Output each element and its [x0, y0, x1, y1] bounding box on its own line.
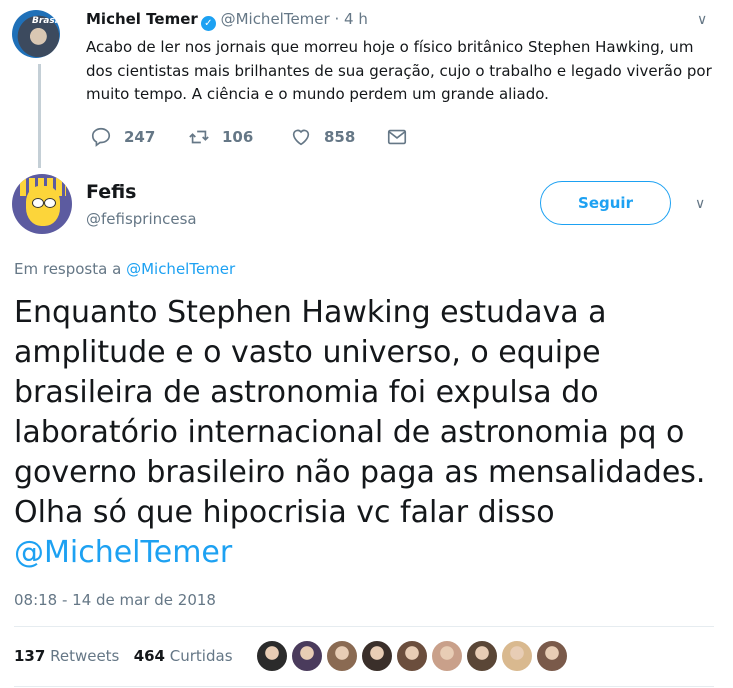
- heart-icon: [292, 129, 310, 146]
- tweet-body: Enquanto Stephen Hawking estudava a ampl…: [14, 295, 706, 530]
- parent-tweet[interactable]: Brasil Michel Temer ✓ @MichelTemer · 4 h …: [0, 0, 733, 172]
- retweets-count: 137: [14, 647, 46, 665]
- reply-to-link[interactable]: @MichelTemer: [126, 260, 235, 278]
- tweet-actions: 247 106 858: [86, 126, 446, 150]
- divider: [14, 626, 714, 627]
- liker-avatar[interactable]: [326, 640, 358, 672]
- author-handle[interactable]: @fefisprincesa: [86, 210, 197, 228]
- follow-button[interactable]: Seguir: [540, 181, 671, 225]
- author-name[interactable]: Michel Temer: [86, 10, 198, 28]
- verified-badge-icon: ✓: [200, 16, 216, 31]
- reply-icon: [91, 127, 111, 147]
- separator: ·: [334, 10, 340, 28]
- envelope-icon: [387, 129, 407, 145]
- liker-avatar[interactable]: [291, 640, 323, 672]
- retweet-button[interactable]: 106: [188, 126, 253, 148]
- liker-avatar[interactable]: [256, 640, 288, 672]
- likes-count: 464: [133, 647, 165, 665]
- tweet-timestamp[interactable]: 08:18 - 14 de mar de 2018: [14, 591, 216, 609]
- author-name[interactable]: Fefis: [86, 181, 137, 203]
- reply-count: 247: [124, 128, 156, 146]
- retweet-icon: [189, 130, 209, 144]
- divider: [14, 686, 714, 687]
- retweets-label: Retweets: [50, 647, 120, 665]
- liker-avatar[interactable]: [361, 640, 393, 672]
- liker-avatar[interactable]: [466, 640, 498, 672]
- tweet-text: Enquanto Stephen Hawking estudava a ampl…: [14, 293, 724, 573]
- liker-avatar[interactable]: [396, 640, 428, 672]
- reply-button[interactable]: 247: [90, 126, 155, 148]
- tweet-text: Acabo de ler nos jornais que morreu hoje…: [86, 38, 712, 103]
- avatar-text: Brasil: [32, 16, 60, 26]
- avatar[interactable]: Brasil: [12, 10, 60, 58]
- tweet-stats: 137 Retweets 464 Curtidas: [14, 647, 233, 665]
- like-count: 858: [324, 128, 356, 146]
- liker-avatar[interactable]: [536, 640, 568, 672]
- mention-link[interactable]: @MichelTemer: [14, 535, 232, 570]
- thread-line: [38, 64, 41, 168]
- reply-prefix: Em resposta a: [14, 260, 122, 278]
- chevron-down-icon[interactable]: ∨: [695, 196, 705, 212]
- tweet-header: Michel Temer ✓ @MichelTemer · 4 h: [86, 10, 368, 31]
- direct-message-button[interactable]: [386, 126, 420, 148]
- reply-context: Em resposta a @MichelTemer: [14, 260, 235, 278]
- chevron-down-icon[interactable]: ∨: [697, 12, 707, 28]
- like-button[interactable]: 858: [290, 126, 355, 148]
- liker-avatar[interactable]: [501, 640, 533, 672]
- tweet-time[interactable]: 4 h: [344, 10, 368, 28]
- author-handle[interactable]: @MichelTemer: [221, 10, 330, 28]
- retweets-stat[interactable]: 137 Retweets: [14, 647, 119, 665]
- retweet-count: 106: [222, 128, 254, 146]
- likes-label: Curtidas: [169, 647, 233, 665]
- likes-stat[interactable]: 464 Curtidas: [134, 647, 233, 665]
- liker-avatar[interactable]: [431, 640, 463, 672]
- avatar[interactable]: [12, 174, 72, 234]
